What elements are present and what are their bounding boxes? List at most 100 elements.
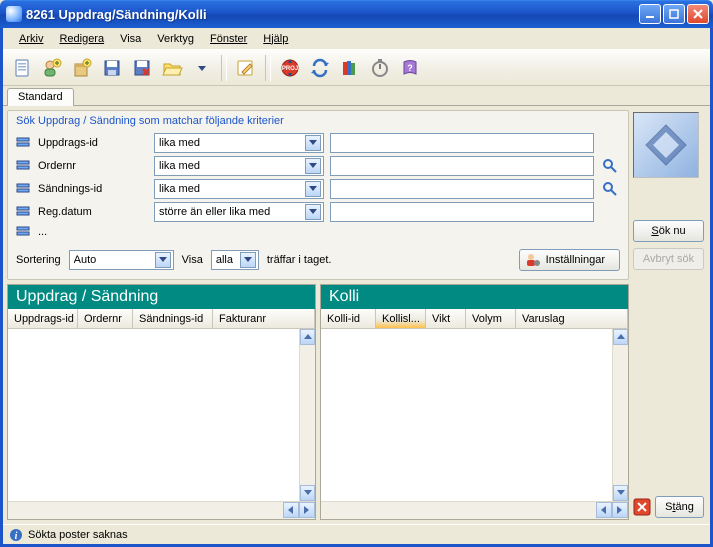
panel-kolli: Kolli Kolli-id Kollisl... Vikt Volym Var… bbox=[320, 284, 629, 520]
chevron-down-icon bbox=[198, 58, 206, 78]
info-icon: i bbox=[9, 528, 23, 542]
criteria-label-sandnings-id: Sändnings-id bbox=[38, 183, 148, 195]
floppy-x-icon bbox=[132, 58, 152, 78]
criteria-label-more[interactable]: ... bbox=[38, 226, 148, 238]
toolbar-new-user[interactable] bbox=[39, 55, 65, 81]
minimize-button[interactable] bbox=[639, 4, 661, 24]
menu-redigera[interactable]: Redigera bbox=[51, 31, 112, 47]
panel-body-right[interactable] bbox=[321, 329, 628, 519]
col-fakturanr[interactable]: Fakturanr bbox=[213, 309, 315, 328]
toolbar-help[interactable]: ? bbox=[397, 55, 423, 81]
box-plus-icon bbox=[72, 58, 92, 78]
criteria-operator-uppdrags-id[interactable]: lika med bbox=[154, 133, 324, 153]
visa-suffix: träffar i taget. bbox=[267, 254, 332, 266]
col-volym[interactable]: Volym bbox=[466, 309, 516, 328]
scroll-down-icon[interactable] bbox=[300, 485, 315, 501]
criteria-operator-regdatum[interactable]: större än eller lika med bbox=[154, 202, 324, 222]
magnifier-icon bbox=[602, 181, 618, 197]
vertical-scrollbar[interactable] bbox=[299, 329, 315, 501]
menu-fonster[interactable]: Fönster bbox=[202, 31, 255, 47]
criteria-row-icon[interactable] bbox=[16, 159, 32, 173]
scroll-up-icon[interactable] bbox=[300, 329, 315, 345]
toolbar-delete[interactable] bbox=[129, 55, 155, 81]
criteria-value-ordernr[interactable] bbox=[330, 156, 594, 176]
scroll-down-icon[interactable] bbox=[613, 485, 628, 501]
toolbar-refresh[interactable] bbox=[307, 55, 333, 81]
criteria-row-icon[interactable] bbox=[16, 205, 32, 219]
toolbar-dropdown[interactable] bbox=[189, 55, 215, 81]
toolbar-save[interactable] bbox=[99, 55, 125, 81]
menu-visa[interactable]: Visa bbox=[112, 31, 149, 47]
col-kollisl[interactable]: Kollisl... bbox=[376, 309, 426, 328]
stopwatch-icon bbox=[370, 58, 390, 78]
toolbar-new-box[interactable] bbox=[69, 55, 95, 81]
criteria-value-sandnings-id[interactable] bbox=[330, 179, 594, 199]
user-gear-icon bbox=[526, 253, 540, 267]
chevron-down-icon[interactable] bbox=[305, 204, 321, 220]
col-kolli-id[interactable]: Kolli-id bbox=[321, 309, 376, 328]
chevron-down-icon[interactable] bbox=[305, 181, 321, 197]
chevron-down-icon[interactable] bbox=[240, 252, 256, 268]
books-icon bbox=[340, 58, 360, 78]
scroll-right-icon[interactable] bbox=[612, 502, 628, 518]
document-icon bbox=[12, 58, 32, 78]
criteria-operator-sandnings-id[interactable]: lika med bbox=[154, 179, 324, 199]
col-sandnings-id[interactable]: Sändnings-id bbox=[133, 309, 213, 328]
menu-hjalp[interactable]: Hjälp bbox=[255, 31, 296, 47]
toolbar-proj[interactable]: PROJ bbox=[277, 55, 303, 81]
status-text: Sökta poster saknas bbox=[28, 529, 128, 541]
search-criteria-title: Sök Uppdrag / Sändning som matchar följa… bbox=[16, 115, 620, 127]
close-button[interactable] bbox=[687, 4, 709, 24]
sortering-combo[interactable]: Auto bbox=[69, 250, 174, 270]
visa-label: Visa bbox=[182, 254, 203, 266]
scroll-left-icon[interactable] bbox=[283, 502, 299, 518]
menu-verktyg[interactable]: Verktyg bbox=[149, 31, 202, 47]
scroll-left-icon[interactable] bbox=[596, 502, 612, 518]
pencil-note-icon bbox=[236, 58, 256, 78]
criteria-more-icon[interactable] bbox=[16, 225, 32, 239]
preview-logo-icon bbox=[641, 120, 691, 170]
toolbar-new-document[interactable] bbox=[9, 55, 35, 81]
close-x-icon[interactable] bbox=[633, 498, 651, 516]
criteria-operator-ordernr[interactable]: lika med bbox=[154, 156, 324, 176]
vertical-scrollbar[interactable] bbox=[612, 329, 628, 501]
proj-icon: PROJ bbox=[280, 58, 300, 78]
tab-strip: Standard bbox=[3, 86, 710, 106]
horizontal-scrollbar[interactable] bbox=[321, 501, 628, 519]
search-now-button[interactable]: Sök nu bbox=[633, 220, 704, 242]
lookup-ordernr-button[interactable] bbox=[600, 156, 620, 176]
toolbar-open-folder[interactable] bbox=[159, 55, 185, 81]
maximize-button[interactable] bbox=[663, 4, 685, 24]
toolbar-edit[interactable] bbox=[233, 55, 259, 81]
user-plus-icon bbox=[42, 58, 62, 78]
scroll-up-icon[interactable] bbox=[613, 329, 628, 345]
col-ordernr[interactable]: Ordernr bbox=[78, 309, 133, 328]
cancel-search-button: Avbryt sök bbox=[633, 248, 704, 270]
toolbar-timer[interactable] bbox=[367, 55, 393, 81]
panel-uppdrag-sandning: Uppdrag / Sändning Uppdrags-id Ordernr S… bbox=[7, 284, 316, 520]
criteria-label-regdatum: Reg.datum bbox=[38, 206, 148, 218]
app-icon bbox=[6, 6, 22, 22]
tab-standard[interactable]: Standard bbox=[7, 88, 74, 106]
visa-combo[interactable]: alla bbox=[211, 250, 259, 270]
menu-arkiv[interactable]: Arkiv bbox=[11, 31, 51, 47]
criteria-row-icon[interactable] bbox=[16, 182, 32, 196]
chevron-down-icon[interactable] bbox=[305, 158, 321, 174]
criteria-value-uppdrags-id[interactable] bbox=[330, 133, 594, 153]
horizontal-scrollbar[interactable] bbox=[8, 501, 315, 519]
toolbar-books[interactable] bbox=[337, 55, 363, 81]
search-criteria-group: Sök Uppdrag / Sändning som matchar följa… bbox=[7, 110, 629, 280]
chevron-down-icon[interactable] bbox=[155, 252, 171, 268]
settings-button[interactable]: Inställningar bbox=[519, 249, 620, 271]
criteria-row-icon[interactable] bbox=[16, 136, 32, 150]
lookup-sandnings-id-button[interactable] bbox=[600, 179, 620, 199]
criteria-value-regdatum[interactable] bbox=[330, 202, 594, 222]
close-button[interactable]: Stäng bbox=[655, 496, 704, 518]
col-varuslag[interactable]: Varuslag bbox=[516, 309, 628, 328]
panel-body-left[interactable] bbox=[8, 329, 315, 519]
chevron-down-icon[interactable] bbox=[305, 135, 321, 151]
col-uppdrags-id[interactable]: Uppdrags-id bbox=[8, 309, 78, 328]
svg-text:?: ? bbox=[407, 63, 413, 73]
col-vikt[interactable]: Vikt bbox=[426, 309, 466, 328]
scroll-right-icon[interactable] bbox=[299, 502, 315, 518]
